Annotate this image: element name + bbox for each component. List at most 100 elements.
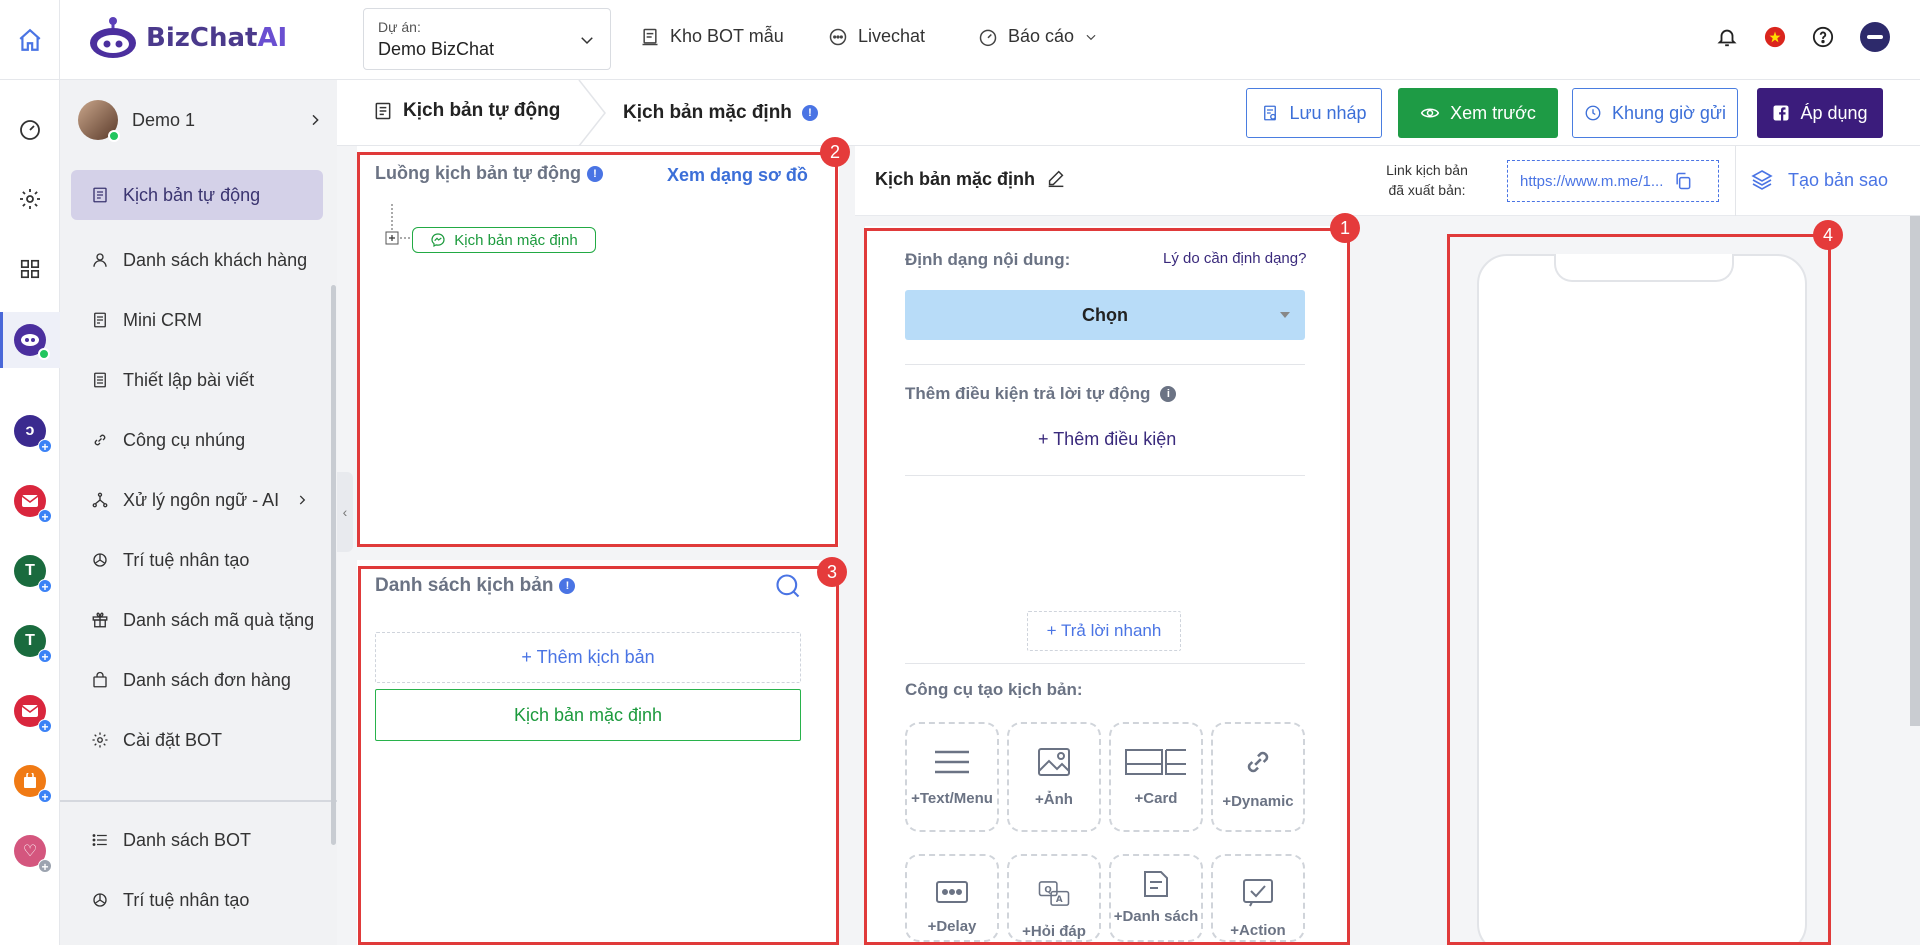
- add-condition-button[interactable]: + Thêm điều kiện: [1038, 429, 1176, 450]
- main-scrollbar[interactable]: [1910, 216, 1920, 726]
- tool-dynamic[interactable]: +Dynamic: [1211, 722, 1305, 832]
- tool-label: +Action: [1230, 922, 1286, 939]
- page-header: Kịch bản tự động Kịch bản mặc định ! Lưu…: [337, 80, 1920, 146]
- sidebar-scrollbar[interactable]: [331, 285, 336, 845]
- rail-app-mail-2[interactable]: +: [0, 686, 60, 736]
- rail-app-shop[interactable]: +: [0, 756, 60, 806]
- messenger-icon: [431, 233, 445, 248]
- tool-action[interactable]: +Action: [1211, 854, 1305, 942]
- tool-card[interactable]: +Card: [1109, 722, 1203, 832]
- tool-list[interactable]: +Danh sách: [1109, 854, 1203, 942]
- view-diagram-link[interactable]: Xem dạng sơ đồ: [667, 165, 808, 186]
- sidebar-item-embed[interactable]: Công cụ nhúng: [71, 410, 323, 470]
- bizfly-app-icon: ↄ +: [14, 415, 52, 454]
- info-icon[interactable]: !: [587, 165, 604, 182]
- search-icon[interactable]: [774, 572, 802, 600]
- sidebar-item-ai-2[interactable]: Trí tuệ nhân tạo: [71, 870, 323, 930]
- user-avatar[interactable]: [1860, 22, 1890, 52]
- rail-app-mail[interactable]: +: [0, 476, 60, 526]
- info-icon[interactable]: !: [559, 578, 576, 594]
- post-icon: [94, 372, 106, 388]
- home-button[interactable]: [0, 0, 60, 80]
- sidebar-bottom-menu: Danh sách BOT Trí tuệ nhân tạo: [71, 810, 323, 930]
- nav-report[interactable]: Báo cáo: [978, 26, 1098, 47]
- info-icon[interactable]: !: [801, 105, 818, 121]
- sidebar-item-mini-crm[interactable]: Mini CRM: [71, 290, 323, 350]
- quick-reply-button[interactable]: + Trả lời nhanh: [1027, 611, 1181, 651]
- tool-qa[interactable]: QA +Hỏi đáp: [1007, 854, 1101, 942]
- bizchat-logo[interactable]: BizChatAI: [88, 16, 287, 60]
- account-switcher[interactable]: Demo 1: [78, 94, 323, 146]
- breadcrumb-auto-script[interactable]: Kịch bản tự động: [373, 100, 560, 122]
- duplicate-label: Tạo bản sao: [1788, 169, 1889, 190]
- phone-preview: [1477, 254, 1807, 945]
- nav-livechat-label: Livechat: [858, 26, 926, 46]
- format-select[interactable]: Chọn: [905, 290, 1305, 340]
- tool-image[interactable]: +Ảnh: [1007, 722, 1101, 832]
- add-script-button[interactable]: + Thêm kịch bản: [375, 632, 801, 683]
- flow-node-default[interactable]: Kịch bản mặc định: [412, 227, 596, 253]
- caret-down-icon: [1280, 312, 1290, 318]
- sidebar-item-label: Danh sách khách hàng: [123, 249, 308, 270]
- bell-icon[interactable]: [1716, 26, 1738, 48]
- flow-panel-title: Luồng kịch bản tự động !: [375, 163, 604, 184]
- schedule-button[interactable]: Khung giờ gửi: [1572, 88, 1738, 138]
- tools-label: Công cụ tạo kịch bản:: [905, 680, 1083, 699]
- sidebar-collapse-toggle[interactable]: ‹: [337, 472, 353, 552]
- rail-dashboard[interactable]: [0, 104, 60, 154]
- sidebar-item-nlp[interactable]: Xử lý ngôn ngữ - AI: [71, 470, 323, 530]
- copy-icon[interactable]: [1673, 171, 1693, 191]
- rail-app-crm[interactable]: T +: [0, 546, 60, 596]
- heart-app-icon: ♡ +: [14, 835, 52, 874]
- sidebar-item-bot-settings[interactable]: Cài đặt BOT: [71, 710, 323, 770]
- tool-delay[interactable]: +Delay: [905, 854, 999, 942]
- tool-text-menu[interactable]: +Text/Menu: [905, 722, 999, 832]
- sidebar-item-ai[interactable]: Trí tuệ nhân tạo: [71, 530, 323, 590]
- sidebar-item-posts[interactable]: Thiết lập bài viết: [71, 350, 323, 410]
- published-link-field[interactable]: https://www.m.me/1...: [1507, 160, 1719, 202]
- sidebar-item-gift-codes[interactable]: Danh sách mã quà tặng: [71, 590, 323, 650]
- format-label: Định dạng nội dung:: [905, 250, 1071, 269]
- sidebar-item-bot-list[interactable]: Danh sách BOT: [71, 810, 323, 870]
- bag-icon: [93, 671, 107, 688]
- link-icon: [94, 434, 106, 446]
- online-status-dot: [108, 130, 120, 142]
- duplicate-button[interactable]: Tạo bản sao: [1750, 168, 1888, 192]
- divider: [905, 364, 1305, 365]
- bizfly-logo-icon: [1867, 35, 1883, 39]
- flow-panel: [357, 146, 839, 546]
- preview-button[interactable]: Xem trước: [1398, 88, 1558, 138]
- highlight-badge-2: 2: [820, 137, 850, 167]
- rail-bizchat[interactable]: [0, 315, 60, 365]
- image-icon: [1038, 747, 1070, 776]
- speedometer-icon: [20, 120, 40, 140]
- gift-icon: [92, 612, 108, 628]
- nav-bot-templates[interactable]: Kho BOT mẫu: [640, 26, 784, 47]
- chevron-down-icon: [581, 37, 593, 45]
- highlight-badge-1: 1: [1330, 213, 1360, 243]
- info-icon[interactable]: i: [1160, 386, 1177, 402]
- project-select[interactable]: Dự án: Demo BizChat: [363, 8, 611, 70]
- qa-icon: QA: [1038, 881, 1070, 906]
- edit-icon[interactable]: [1045, 168, 1067, 190]
- help-icon[interactable]: [1812, 26, 1834, 48]
- rail-app-heart[interactable]: ♡ +: [0, 826, 60, 876]
- preview-label: Xem trước: [1450, 102, 1536, 123]
- link-chain-icon: [1247, 751, 1269, 772]
- vietnam-flag-icon[interactable]: [1764, 26, 1786, 48]
- sidebar-item-auto-script[interactable]: Kịch bản tự động: [71, 170, 323, 220]
- script-item-default[interactable]: Kịch bản mặc định: [375, 689, 801, 741]
- save-draft-button[interactable]: Lưu nháp: [1246, 88, 1382, 138]
- sidebar-item-orders[interactable]: Danh sách đơn hàng: [71, 650, 323, 710]
- rail-app-crm-2[interactable]: T +: [0, 616, 60, 666]
- rail-apps[interactable]: [0, 244, 60, 294]
- why-format-link[interactable]: Lý do cần định dạng?: [1163, 250, 1306, 267]
- apply-button[interactable]: Áp dụng: [1757, 88, 1883, 138]
- sidebar-item-customers[interactable]: Danh sách khách hàng: [71, 230, 323, 290]
- rail-settings[interactable]: [0, 174, 60, 224]
- nav-livechat[interactable]: Livechat: [828, 26, 925, 47]
- rail-app-bizfly[interactable]: ↄ +: [0, 406, 60, 456]
- account-name: Demo 1: [132, 109, 196, 130]
- top-bar: BizChatAI Dự án: Demo BizChat Kho BOT mẫ…: [0, 0, 1920, 80]
- logo-text-biz: BizChat: [146, 23, 258, 53]
